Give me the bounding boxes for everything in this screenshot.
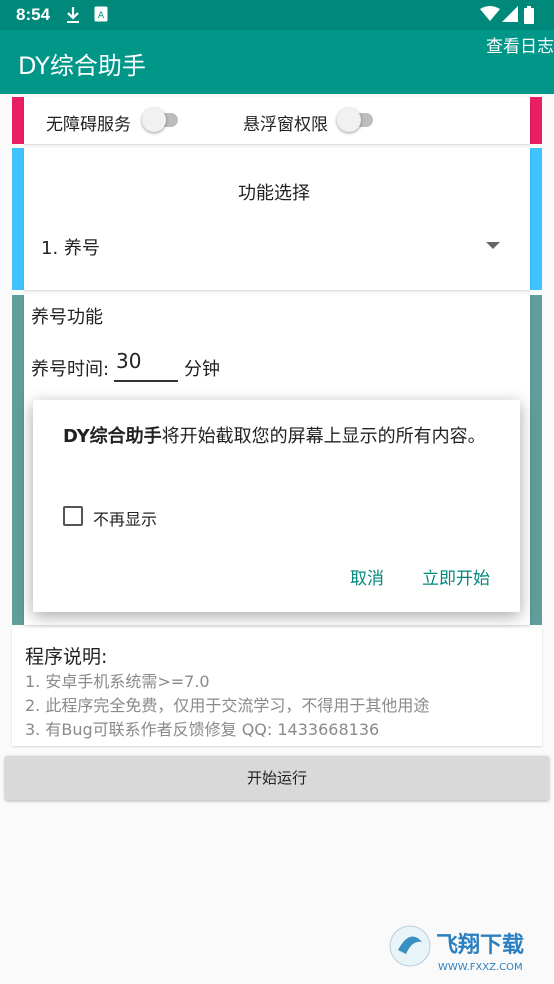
- info-line: 2. 此程序完全免费，仅用于交流学习，不得用于其他用途: [25, 696, 430, 715]
- function-right-accent: [530, 148, 542, 290]
- sim-icon: A: [94, 6, 108, 26]
- view-log-button[interactable]: 查看日志: [486, 32, 554, 57]
- function-dropdown-value: 1. 养号: [41, 238, 100, 259]
- info-line: 1. 安卓手机系统需>=7.0: [25, 672, 210, 691]
- app-title: DY综合助手: [18, 52, 146, 80]
- function-select-card: 功能选择 1. 养号: [24, 148, 530, 290]
- wifi-icon: [480, 6, 500, 26]
- dropdown-arrow-icon: [486, 242, 500, 249]
- start-now-button[interactable]: 立即开始: [422, 564, 490, 589]
- cancel-button[interactable]: 取消: [350, 564, 384, 589]
- app-bar: DY综合助手 查看日志: [0, 30, 554, 94]
- permissions-left-accent: [12, 97, 24, 144]
- accessibility-toggle[interactable]: [142, 107, 182, 133]
- feature-left-accent: [12, 295, 24, 625]
- download-icon: [66, 6, 80, 28]
- time-input[interactable]: 30: [114, 349, 178, 382]
- feature-title: 养号功能: [31, 307, 103, 328]
- accessibility-label: 无障碍服务: [46, 115, 131, 135]
- time-unit: 分钟: [184, 359, 220, 380]
- overlay-label: 悬浮窗权限: [243, 115, 328, 135]
- function-select-title: 功能选择: [238, 183, 310, 204]
- dialog-app-name: DY综合助手: [63, 426, 162, 447]
- dialog-message-text: 将开始截取您的屏幕上显示的所有内容。: [161, 426, 486, 447]
- screen-capture-dialog: DY综合助手将开始截取您的屏幕上显示的所有内容。 不再显示 取消 立即开始: [33, 400, 520, 612]
- time-label: 养号时间:: [31, 359, 110, 380]
- watermark-text: 飞翔下载: [436, 932, 524, 958]
- watermark-url: WWW.FXXZ.COM: [438, 962, 523, 973]
- status-time: 8:54: [16, 5, 51, 24]
- permissions-right-accent: [530, 97, 542, 144]
- dont-show-again-checkbox[interactable]: [63, 506, 83, 526]
- dialog-message: DY综合助手将开始截取您的屏幕上显示的所有内容。: [63, 422, 493, 452]
- feature-right-accent: [530, 295, 542, 625]
- status-bar: 8:54 A: [0, 0, 554, 30]
- info-title: 程序说明:: [25, 646, 108, 668]
- info-line: 3. 有Bug可联系作者反馈修复 QQ: 1433668136: [25, 720, 380, 739]
- function-dropdown[interactable]: 1. 养号: [34, 228, 514, 264]
- time-input-value: 30: [116, 349, 142, 373]
- start-run-button[interactable]: 开始运行: [5, 756, 549, 800]
- svg-text:A: A: [98, 11, 105, 21]
- watermark-logo: 飞翔下载 WWW.FXXZ.COM: [388, 920, 548, 976]
- permissions-card: 无障碍服务 悬浮窗权限: [24, 97, 530, 144]
- signal-icon: [502, 6, 518, 26]
- battery-icon: [524, 6, 534, 28]
- dont-show-again-label: 不再显示: [93, 510, 158, 529]
- function-left-accent: [12, 148, 24, 290]
- overlay-toggle[interactable]: [337, 107, 377, 133]
